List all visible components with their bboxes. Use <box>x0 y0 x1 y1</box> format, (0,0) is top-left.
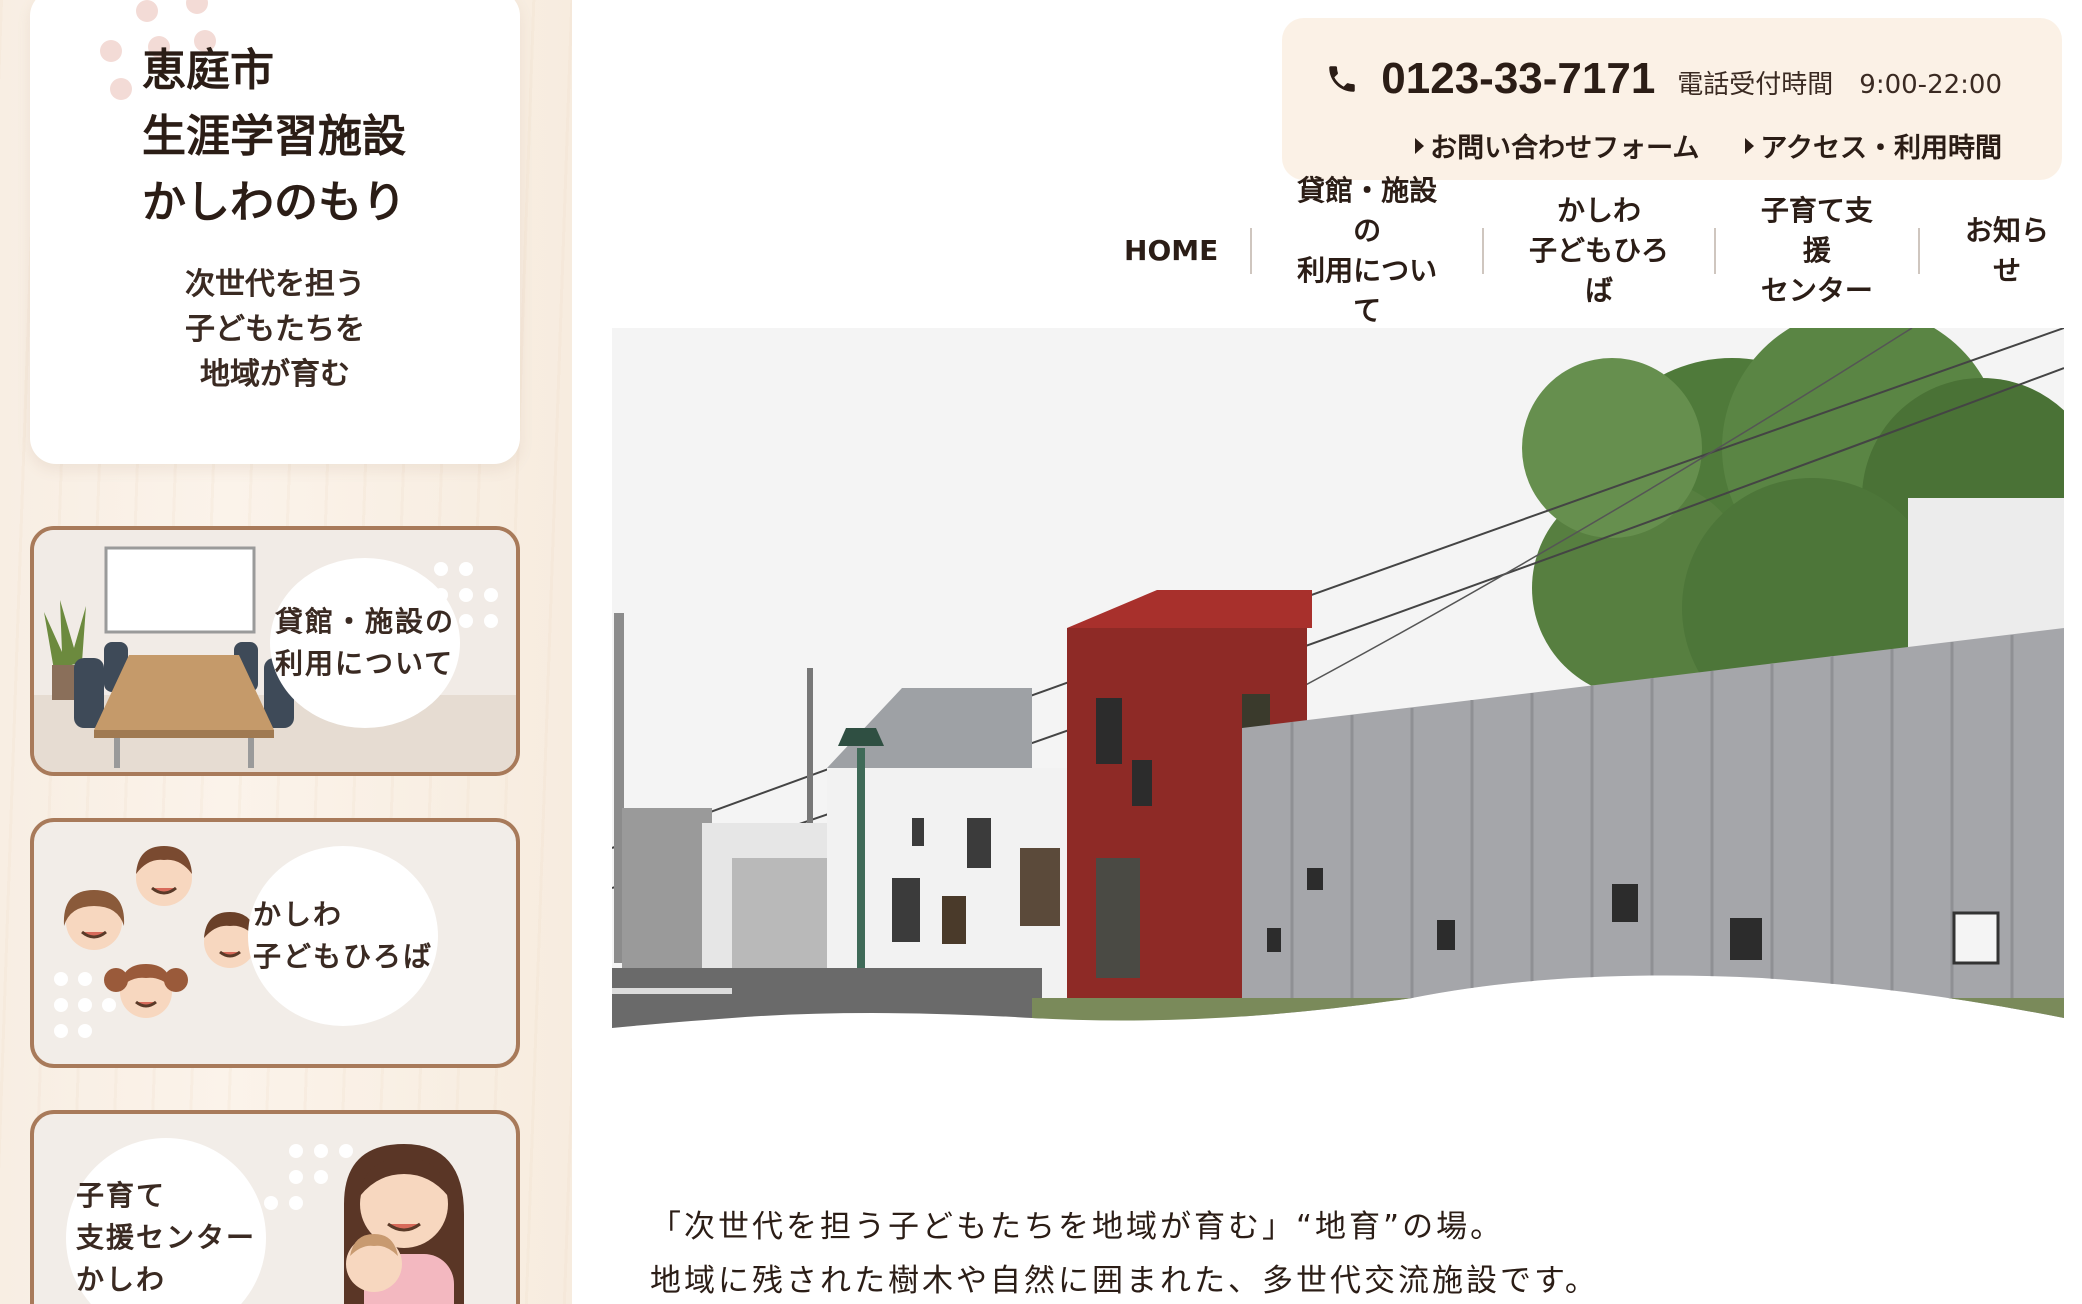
access-hours-link[interactable]: アクセス・利用時間 <box>1745 126 2002 165</box>
card-label: 子育て 支援センター かしわ <box>75 1179 256 1296</box>
phone-number[interactable]: 0123-33-7171 <box>1381 54 1655 104</box>
card-label-bubble: 貸館・施設の 利用について <box>270 558 460 728</box>
intro-text: 「次世代を担う子どもたちを地域が育む」“地育”の場。 地域に残された樹木や自然に… <box>650 1200 1599 1304</box>
phone-hours: 電話受付時間 9:00-22:00 <box>1677 70 2002 100</box>
triangle-right-icon <box>1415 137 1425 154</box>
card-kids-plaza[interactable]: かしわ 子どもひろば <box>30 818 520 1068</box>
intro-line-2: 地域に残された樹木や自然に囲まれた、多世代交流施設です。 <box>650 1263 1599 1299</box>
site-title[interactable]: 恵庭市 生涯学習施設 かしわのもり <box>142 38 406 236</box>
brand-card[interactable]: 恵庭市 生涯学習施設 かしわのもり 次世代を担う 子どもたちを 地域が育む <box>30 0 520 464</box>
building-photo <box>612 328 2064 1028</box>
contact-links: お問い合わせフォーム アクセス・利用時間 <box>1415 126 2002 165</box>
main-nav: HOME 貸館・施設の 利用について かしわ 子どもひろば 子育て支援 センター… <box>1092 174 2062 327</box>
phone-row: 0123-33-7171 電話受付時間 9:00-22:00 <box>1325 54 2002 104</box>
intro-line-1: 「次世代を担う子どもたちを地域が育む」“地育”の場。 <box>650 1209 1505 1245</box>
nav-home[interactable]: HOME <box>1092 231 1250 271</box>
nav-childcare-support[interactable]: 子育て支援 センター <box>1716 191 1918 311</box>
children-faces-illustration <box>63 846 256 1018</box>
contact-box: 0123-33-7171 電話受付時間 9:00-22:00 お問い合わせフォー… <box>1282 18 2062 180</box>
triangle-right-icon <box>1745 137 1755 154</box>
phone-icon <box>1329 66 1356 92</box>
contact-form-link[interactable]: お問い合わせフォーム <box>1415 126 1699 165</box>
nav-facility-rental[interactable]: 貸館・施設の 利用について <box>1252 171 1482 331</box>
site-tagline: 次世代を担う 子どもたちを 地域が育む <box>185 267 365 392</box>
access-hours-label: アクセス・利用時間 <box>1760 133 2002 164</box>
contact-form-label: お問い合わせフォーム <box>1430 133 1700 164</box>
card-label-bubble: かしわ 子どもひろば <box>248 846 438 1026</box>
card-label-bubble: 子育て 支援センター かしわ <box>66 1138 266 1304</box>
card-label: かしわ 子どもひろば <box>252 898 433 973</box>
hero-photo <box>612 328 2064 1028</box>
nav-kids-plaza[interactable]: かしわ 子どもひろば <box>1484 191 1714 311</box>
card-facility-rental[interactable]: 貸館・施設の 利用について <box>30 526 520 776</box>
card-childcare-support[interactable]: 子育て 支援センター かしわ <box>30 1110 520 1304</box>
sidebar: 恵庭市 生涯学習施設 かしわのもり 次世代を担う 子どもたちを 地域が育む 貸館… <box>0 0 572 1304</box>
mother-baby-illustration <box>344 1144 464 1304</box>
nav-news[interactable]: お知らせ <box>1920 211 2062 291</box>
card-label: 貸館・施設の 利用について <box>274 605 455 680</box>
